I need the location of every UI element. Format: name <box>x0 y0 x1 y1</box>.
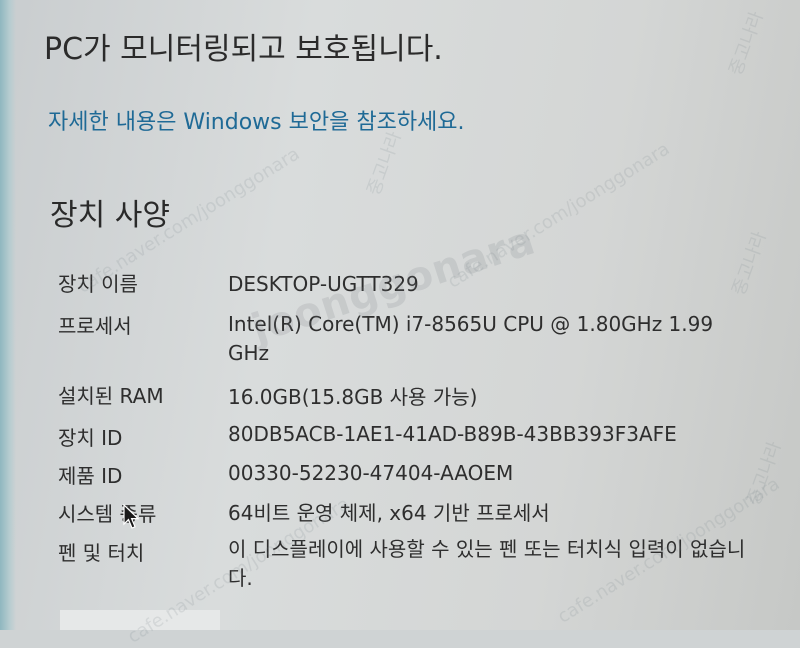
watermark-tag-top: 중고나라 <box>725 8 768 79</box>
windows-security-link[interactable]: 자세한 내용은 Windows 보안을 참조하세요. <box>48 104 465 136</box>
product-id-value: 00330-52230-47404-AAOEM <box>228 461 514 485</box>
watermark-site-right: cafe.naver.com/joonggonara <box>443 138 674 293</box>
system-type-value: 64비트 운영 체제, x64 기반 프로세서 <box>228 501 550 525</box>
processor-label: 프로세서 <box>58 314 132 338</box>
protection-status-title: PC가 모니터링되고 보호됩니다. <box>44 32 443 67</box>
processor-value: Intel(R) Core(TM) i7-8565U CPU @ 1.80GHz… <box>228 312 714 365</box>
ram-value: 16.0GB(15.8GB 사용 가능) <box>228 385 478 409</box>
watermark-tag-mid: 중고나라 <box>363 128 406 199</box>
device-name-value: DESKTOP-UGTT329 <box>228 272 419 296</box>
pen-touch-label: 펜 및 터치 <box>58 541 145 565</box>
ram-label: 설치된 RAM <box>58 384 164 408</box>
mouse-pointer-icon <box>123 504 139 529</box>
device-id-label: 장치 ID <box>58 426 123 450</box>
watermark-tag-right: 중고나라 <box>728 228 771 299</box>
device-specs-heading: 장치 사양 <box>50 198 170 233</box>
pen-touch-value: 이 디스플레이에 사용할 수 있는 펜 또는 터치식 입력이 없습니다. <box>228 537 746 590</box>
system-type-label: 시스템 종류 <box>58 502 157 526</box>
bottom-panel-edge <box>60 610 220 630</box>
device-name-label: 장치 이름 <box>58 272 138 296</box>
device-id-value: 80DB5ACB-1AE1-41AD-B89B-43BB393F3AFE <box>228 422 677 446</box>
product-id-label: 제품 ID <box>58 464 123 488</box>
settings-window: PC가 모니터링되고 보호됩니다. 자세한 내용은 Windows 보안을 참조… <box>0 0 800 648</box>
watermark-tag-bottom: 중고나라 <box>743 438 786 509</box>
window-edge <box>0 0 16 630</box>
